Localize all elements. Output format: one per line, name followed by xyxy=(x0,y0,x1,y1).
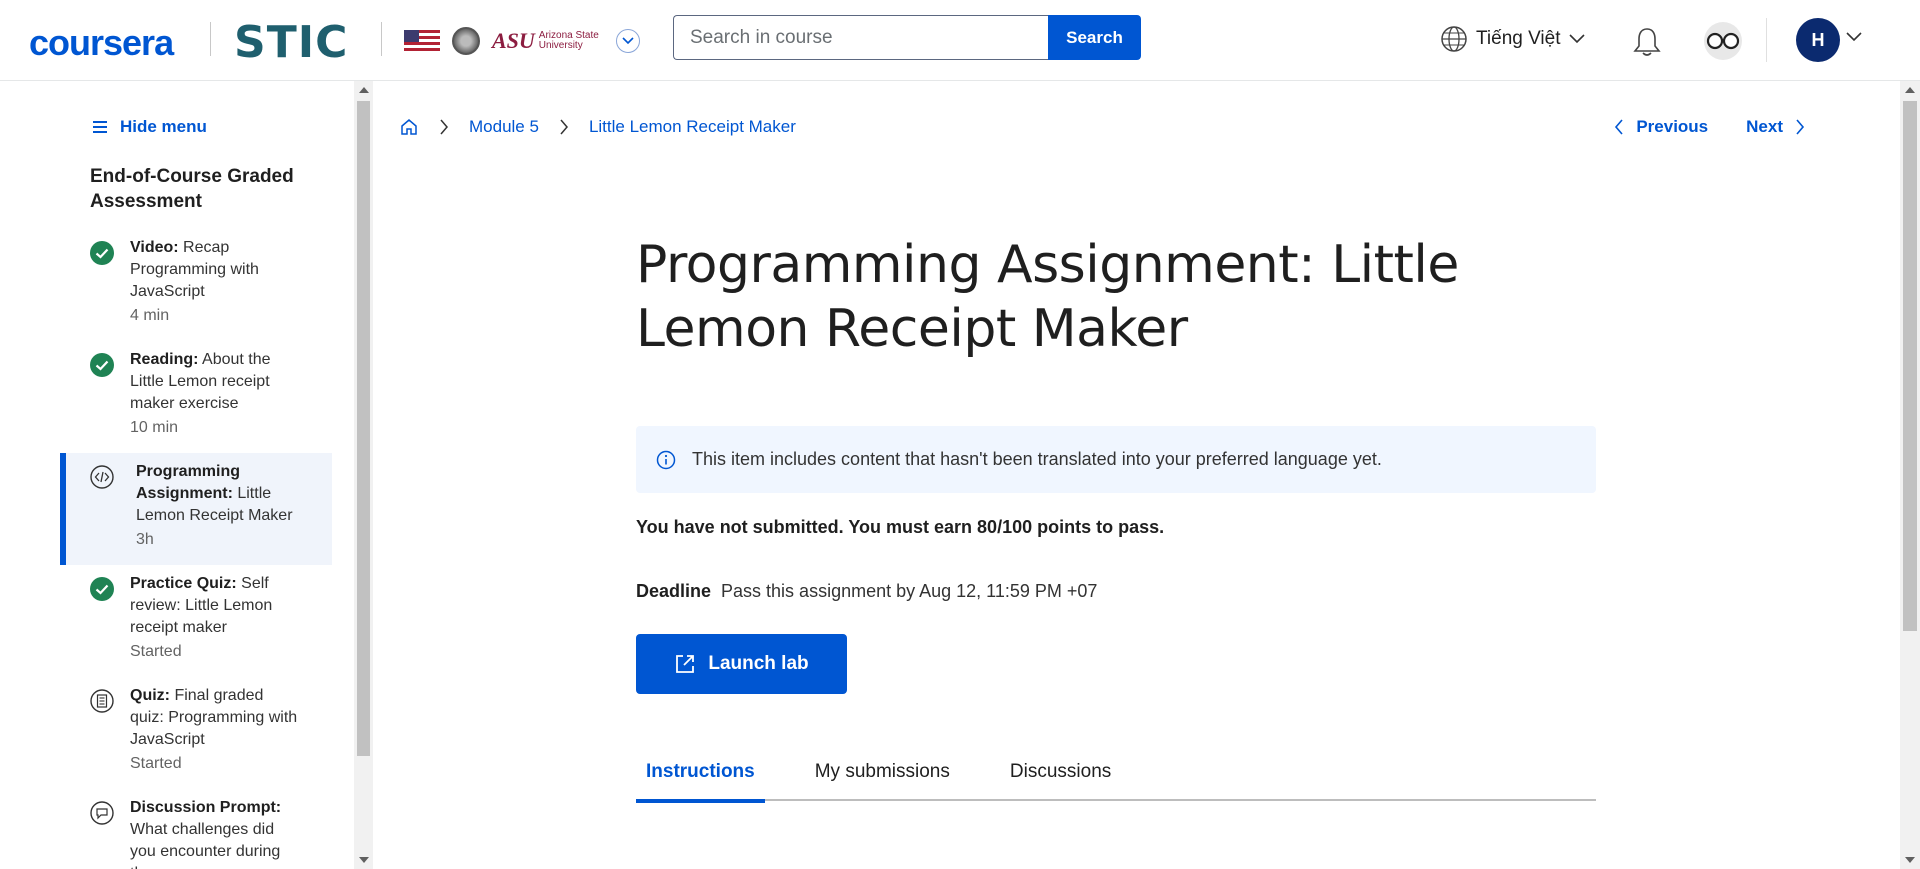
asu-logo: ASU Arizona State University xyxy=(492,28,599,53)
chevron-right-icon xyxy=(1796,119,1805,135)
launch-lab-button[interactable]: Launch lab xyxy=(636,634,847,694)
stic-logo: STIC xyxy=(234,17,349,68)
home-icon[interactable] xyxy=(399,117,419,137)
main-content: Module 5 Little Lemon Receipt Maker Prev… xyxy=(373,81,1900,869)
next-button[interactable]: Next xyxy=(1746,117,1805,137)
sidebar-item-reading-about[interactable]: Reading: About the Little Lemon receipt … xyxy=(60,341,332,453)
submission-status: You have not submitted. You must earn 80… xyxy=(636,517,1165,537)
notice-text: This item includes content that hasn't b… xyxy=(692,449,1382,469)
tab-instructions[interactable]: Instructions xyxy=(636,761,765,803)
breadcrumb: Module 5 Little Lemon Receipt Maker xyxy=(399,117,796,137)
user-avatar[interactable]: H xyxy=(1796,18,1840,62)
header-divider xyxy=(210,22,211,56)
discussion-icon xyxy=(90,801,114,825)
scroll-up-icon[interactable] xyxy=(1905,87,1915,93)
deadline-label: Deadline xyxy=(636,581,712,601)
sidebar-item-programming-assignment[interactable]: Programming Assignment: Little Lemon Rec… xyxy=(60,453,332,565)
chevron-right-icon xyxy=(560,119,568,135)
chevron-down-icon xyxy=(1568,34,1585,44)
partners-dropdown-button[interactable] xyxy=(616,29,640,53)
search-input[interactable] xyxy=(673,15,1048,60)
chevron-down-icon xyxy=(622,37,634,45)
sidebar-item-practice-quiz[interactable]: Practice Quiz: Self review: Little Lemon… xyxy=(60,565,332,677)
sidebar-scrollbar[interactable] xyxy=(354,81,373,869)
menu-icon xyxy=(93,121,107,133)
header-divider xyxy=(381,22,382,56)
coursera-logo[interactable]: coursera xyxy=(29,22,174,64)
glasses-icon xyxy=(1706,32,1740,50)
search-button[interactable]: Search xyxy=(1048,15,1141,60)
info-icon xyxy=(656,450,676,469)
scroll-down-icon[interactable] xyxy=(1905,857,1915,863)
hide-menu-label: Hide menu xyxy=(120,117,207,136)
sidebar-scroll-thumb[interactable] xyxy=(357,101,370,756)
language-selector[interactable]: Tiếng Việt xyxy=(1440,25,1585,53)
top-header: coursera STIC ASU Arizona State Universit… xyxy=(0,0,1920,81)
chevron-left-icon xyxy=(1615,119,1623,135)
sidebar-item-video-recap[interactable]: Video: Recap Programming with JavaScript… xyxy=(60,229,332,341)
chevron-right-icon xyxy=(440,119,448,135)
state-department-seal-icon xyxy=(452,27,480,55)
deadline: Deadline Pass this assignment by Aug 12,… xyxy=(636,581,1097,602)
external-link-icon xyxy=(676,655,695,673)
sidebar-item-discussion-prompt[interactable]: Discussion Prompt: What challenges did y… xyxy=(60,789,332,869)
breadcrumb-module-link[interactable]: Module 5 xyxy=(469,117,539,137)
assignment-tabs: Instructions My submissions Discussions xyxy=(636,761,1596,803)
scroll-down-icon[interactable] xyxy=(359,857,369,863)
deadline-value: Pass this assignment by Aug 12, 11:59 PM… xyxy=(721,581,1098,601)
main-scroll-thumb[interactable] xyxy=(1903,101,1917,631)
tab-my-submissions[interactable]: My submissions xyxy=(805,761,960,801)
section-title: End-of-Course Graded Assessment xyxy=(90,166,294,212)
check-circle-icon xyxy=(90,241,114,265)
item-navigation: Previous Next xyxy=(1614,117,1805,137)
main-scrollbar[interactable] xyxy=(1900,81,1920,869)
us-flag-icon xyxy=(404,30,440,52)
hide-menu-button[interactable]: Hide menu xyxy=(92,117,207,137)
check-circle-icon xyxy=(90,577,114,601)
notifications-bell-icon[interactable] xyxy=(1632,26,1662,58)
header-divider xyxy=(1766,18,1767,62)
previous-button[interactable]: Previous xyxy=(1614,117,1708,137)
tab-discussions[interactable]: Discussions xyxy=(1000,761,1121,801)
chevron-down-icon[interactable] xyxy=(1846,32,1862,42)
breadcrumb-item-link[interactable]: Little Lemon Receipt Maker xyxy=(589,117,796,137)
scroll-up-icon[interactable] xyxy=(359,87,369,93)
course-sidebar: Hide menu End-of-Course Graded Assessmen… xyxy=(0,81,354,869)
sidebar-item-final-quiz[interactable]: Quiz: Final graded quiz: Programming wit… xyxy=(60,677,332,789)
learner-avatar-icon[interactable] xyxy=(1704,22,1742,60)
check-circle-icon xyxy=(90,353,114,377)
translation-notice: This item includes content that hasn't b… xyxy=(636,426,1596,493)
sidebar-item-list: Video: Recap Programming with JavaScript… xyxy=(60,229,332,869)
globe-icon xyxy=(1441,26,1467,52)
quiz-icon xyxy=(90,689,114,713)
language-label: Tiếng Việt xyxy=(1476,28,1561,49)
page-title: Programming Assignment: Little Lemon Rec… xyxy=(636,235,1459,359)
code-icon xyxy=(90,465,114,489)
